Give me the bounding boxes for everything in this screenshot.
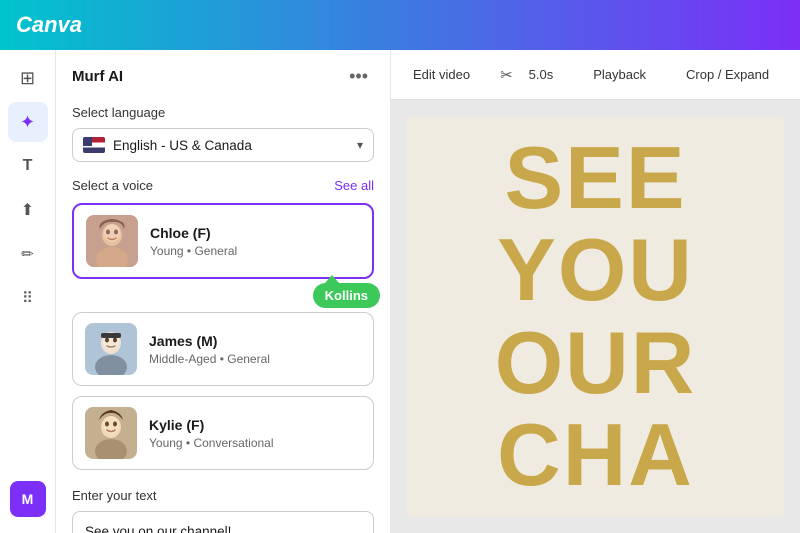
text-section: Enter your text See you on our channel! … bbox=[56, 480, 390, 533]
chloe-name: Chloe (F) bbox=[150, 225, 360, 241]
language-dropdown[interactable]: English - US & Canada ▾ bbox=[72, 128, 374, 162]
james-avatar bbox=[85, 323, 137, 375]
canvas-text: SEE YOU OUR CHA bbox=[407, 132, 784, 502]
chloe-avatar bbox=[86, 215, 138, 267]
language-text: English - US & Canada bbox=[113, 138, 357, 153]
text-input-label: Enter your text bbox=[72, 488, 374, 503]
panel-menu-button[interactable]: ••• bbox=[343, 64, 374, 89]
canvas-area: SEE YOU OUR CHA bbox=[391, 100, 800, 533]
voice-card-james[interactable]: James (M) Middle-Aged • General bbox=[72, 312, 374, 386]
panel-header: Murf AI ••• bbox=[56, 50, 390, 99]
tooltip-wrapper: Kollins bbox=[56, 283, 380, 308]
chloe-info: Chloe (F) Young • General bbox=[150, 225, 360, 258]
sidebar-item-apps[interactable]: ⠿ bbox=[8, 278, 48, 318]
tooltip-arrow: Kollins bbox=[313, 283, 380, 308]
see-all-link[interactable]: See all bbox=[334, 178, 374, 193]
voice-section-header: Select a voice See all bbox=[56, 178, 390, 203]
sidebar-item-elements[interactable]: ✦ bbox=[8, 102, 48, 142]
kylie-info: Kylie (F) Young • Conversational bbox=[149, 417, 361, 450]
sidebar-item-profile[interactable]: M bbox=[10, 481, 46, 517]
canva-logo: Canva bbox=[16, 12, 82, 38]
editor-area: Edit video ✂ 5.0s Playback Crop / Expand… bbox=[391, 50, 800, 533]
editor-toolbar: Edit video ✂ 5.0s Playback Crop / Expand… bbox=[391, 50, 800, 100]
james-name: James (M) bbox=[149, 333, 361, 349]
dropdown-arrow-icon: ▾ bbox=[357, 138, 363, 152]
voice-card-kylie[interactable]: Kylie (F) Young • Conversational bbox=[72, 396, 374, 470]
duration-button[interactable]: 5.0s bbox=[519, 62, 564, 87]
voice-card-chloe[interactable]: Chloe (F) Young • General bbox=[72, 203, 374, 279]
text-input-content[interactable]: See you on our channel! bbox=[85, 522, 361, 533]
kylie-meta: Young • Conversational bbox=[149, 436, 361, 450]
tooltip-bubble: Kollins bbox=[313, 283, 380, 308]
panel-title: Murf AI bbox=[72, 68, 123, 85]
top-bar: Canva bbox=[0, 0, 800, 50]
main-area: ⊞ ✦ T ⬆ ✏ ⠿ M Murf AI ••• Select languag… bbox=[0, 50, 800, 533]
canvas-text-line2: OUR CHA bbox=[495, 313, 697, 504]
sidebar-item-grid[interactable]: ⊞ bbox=[8, 58, 48, 98]
voice-label: Select a voice bbox=[72, 178, 153, 193]
flag-icon bbox=[83, 137, 105, 153]
sidebar-item-draw[interactable]: ✏ bbox=[8, 234, 48, 274]
playback-button[interactable]: Playback bbox=[583, 62, 656, 87]
icon-bar: ⊞ ✦ T ⬆ ✏ ⠿ M bbox=[0, 50, 56, 533]
sidebar-item-text[interactable]: T bbox=[8, 146, 48, 186]
kylie-avatar bbox=[85, 407, 137, 459]
text-area-wrap[interactable]: See you on our channel! 18/1000 bbox=[72, 511, 374, 533]
kylie-name: Kylie (F) bbox=[149, 417, 361, 433]
panel: Murf AI ••• Select language English - US… bbox=[56, 50, 391, 533]
crop-expand-button[interactable]: Crop / Expand bbox=[676, 62, 779, 87]
edit-video-button[interactable]: Edit video bbox=[403, 62, 480, 87]
james-info: James (M) Middle-Aged • General bbox=[149, 333, 361, 366]
chloe-meta: Young • General bbox=[150, 244, 360, 258]
canvas-content: SEE YOU OUR CHA bbox=[407, 116, 784, 517]
language-label: Select language bbox=[56, 99, 390, 128]
sidebar-item-upload[interactable]: ⬆ bbox=[8, 190, 48, 230]
scissors-icon: ✂ bbox=[500, 66, 513, 84]
canvas-text-line1: SEE YOU bbox=[497, 128, 694, 319]
james-meta: Middle-Aged • General bbox=[149, 352, 361, 366]
